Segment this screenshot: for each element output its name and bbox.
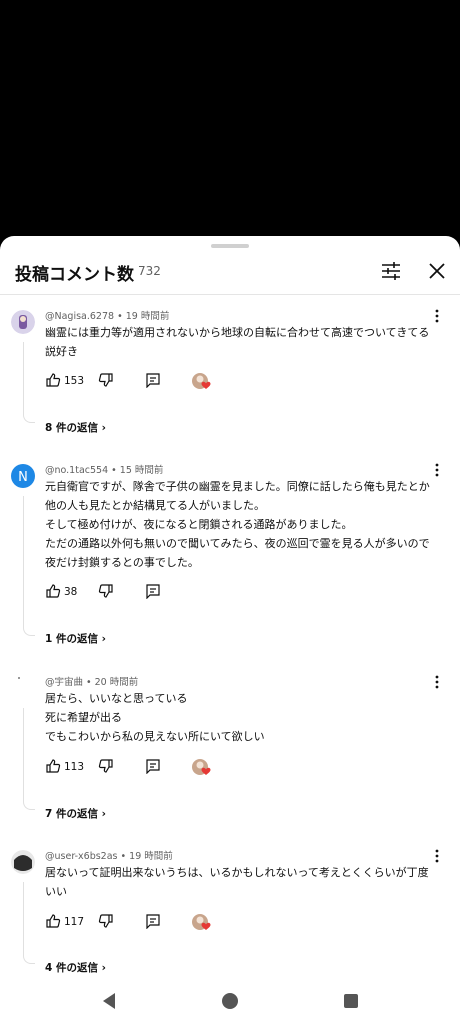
thread-line bbox=[23, 708, 24, 800]
view-replies-button[interactable]: 7 件の返信 › bbox=[45, 806, 106, 821]
more-options-icon[interactable] bbox=[431, 848, 443, 864]
view-replies-button[interactable]: 4 件の返信 › bbox=[45, 960, 106, 975]
reply-button[interactable] bbox=[145, 758, 161, 778]
reply-button[interactable] bbox=[145, 583, 161, 603]
dislike-button[interactable] bbox=[98, 913, 114, 933]
reply-icon bbox=[146, 914, 160, 930]
comment-meta: @宇宙曲 • 20 時間前 bbox=[45, 677, 139, 688]
comment-meta: @no.1tac554 • 15 時間前 bbox=[45, 465, 164, 476]
like-count: 153 bbox=[64, 375, 85, 387]
comment-actions: 113 bbox=[45, 758, 245, 778]
avatar[interactable] bbox=[11, 310, 35, 334]
thumb-up-icon bbox=[46, 584, 61, 598]
like-button[interactable] bbox=[45, 583, 61, 603]
close-icon[interactable] bbox=[424, 258, 450, 284]
thumb-down-icon bbox=[98, 584, 113, 598]
thumb-up-icon bbox=[46, 759, 61, 773]
comment-text: 居たら、いいなと思っている 死に希望が出る でもこわいから私の見えない所にいて欲… bbox=[45, 692, 265, 743]
comment-count: 732 bbox=[138, 264, 161, 278]
comment-actions: 153 bbox=[45, 372, 245, 392]
system-nav-bar bbox=[0, 978, 460, 1024]
comment-text: 元自衛官ですが、隊舎で子供の幽霊を見ました。同僚に話したら俺も見たとか 他の人も… bbox=[45, 480, 430, 569]
comment-meta: @Nagisa.6278 • 19 時間前 bbox=[45, 311, 170, 322]
reply-icon bbox=[146, 584, 160, 600]
drag-handle[interactable] bbox=[211, 244, 249, 248]
reply-button[interactable] bbox=[145, 913, 161, 933]
thumb-down-icon bbox=[98, 914, 113, 928]
creator-heart-icon bbox=[191, 913, 213, 933]
header-divider bbox=[0, 294, 460, 295]
creator-heart-icon bbox=[191, 758, 213, 778]
dislike-button[interactable] bbox=[98, 758, 114, 778]
avatar[interactable] bbox=[11, 850, 35, 874]
thread-curve bbox=[23, 626, 35, 636]
more-options-icon[interactable] bbox=[431, 308, 443, 324]
thread-line bbox=[23, 882, 24, 954]
avatar[interactable] bbox=[11, 676, 35, 700]
recents-icon[interactable] bbox=[343, 993, 359, 1013]
creator-heart-icon bbox=[191, 372, 213, 392]
svg-text:N: N bbox=[18, 470, 28, 485]
thread-curve bbox=[23, 413, 35, 423]
comment-actions: 38 bbox=[45, 583, 245, 603]
like-button[interactable] bbox=[45, 758, 61, 778]
like-count: 113 bbox=[64, 761, 85, 773]
reply-icon bbox=[146, 759, 160, 775]
comment-actions: 117 bbox=[45, 913, 245, 933]
dislike-button[interactable] bbox=[98, 372, 114, 392]
like-button[interactable] bbox=[45, 913, 61, 933]
view-replies-button[interactable]: 1 件の返信 › bbox=[45, 631, 106, 646]
like-button[interactable] bbox=[45, 372, 61, 392]
comments-sheet: 投稿コメント数 732 @Nagisa.6278 • 19 時間前 幽霊には重力… bbox=[0, 236, 460, 1024]
back-icon[interactable] bbox=[101, 992, 117, 1014]
thread-curve bbox=[23, 954, 35, 964]
comments-header: 投稿コメント数 732 bbox=[0, 250, 460, 294]
sort-filter-icon[interactable] bbox=[378, 258, 404, 284]
home-icon[interactable] bbox=[221, 992, 239, 1014]
view-replies-button[interactable]: 8 件の返信 › bbox=[45, 420, 106, 435]
like-count: 38 bbox=[64, 586, 78, 598]
comment-text: 幽霊には重力等が適用されないから地球の自転に合わせて高速でついてきてる 説好き bbox=[45, 326, 430, 358]
comment-text: 居ないって証明出来ないうちは、いるかもしれないって考えとくくらいが丁度 いい bbox=[45, 866, 429, 898]
comment-meta: @user-x6bs2as • 19 時間前 bbox=[45, 851, 173, 862]
thread-line bbox=[23, 342, 24, 414]
more-options-icon[interactable] bbox=[431, 674, 443, 690]
thumb-up-icon bbox=[46, 914, 61, 928]
thread-line bbox=[23, 496, 24, 626]
thread-curve bbox=[23, 800, 35, 810]
reply-button[interactable] bbox=[145, 372, 161, 392]
like-count: 117 bbox=[64, 916, 85, 928]
more-options-icon[interactable] bbox=[431, 462, 443, 478]
thumb-down-icon bbox=[98, 373, 113, 387]
reply-icon bbox=[146, 373, 160, 389]
comments-title: 投稿コメント数 bbox=[15, 265, 134, 285]
thumb-down-icon bbox=[98, 759, 113, 773]
avatar[interactable]: N bbox=[11, 464, 35, 488]
dislike-button[interactable] bbox=[98, 583, 114, 603]
thumb-up-icon bbox=[46, 373, 61, 387]
